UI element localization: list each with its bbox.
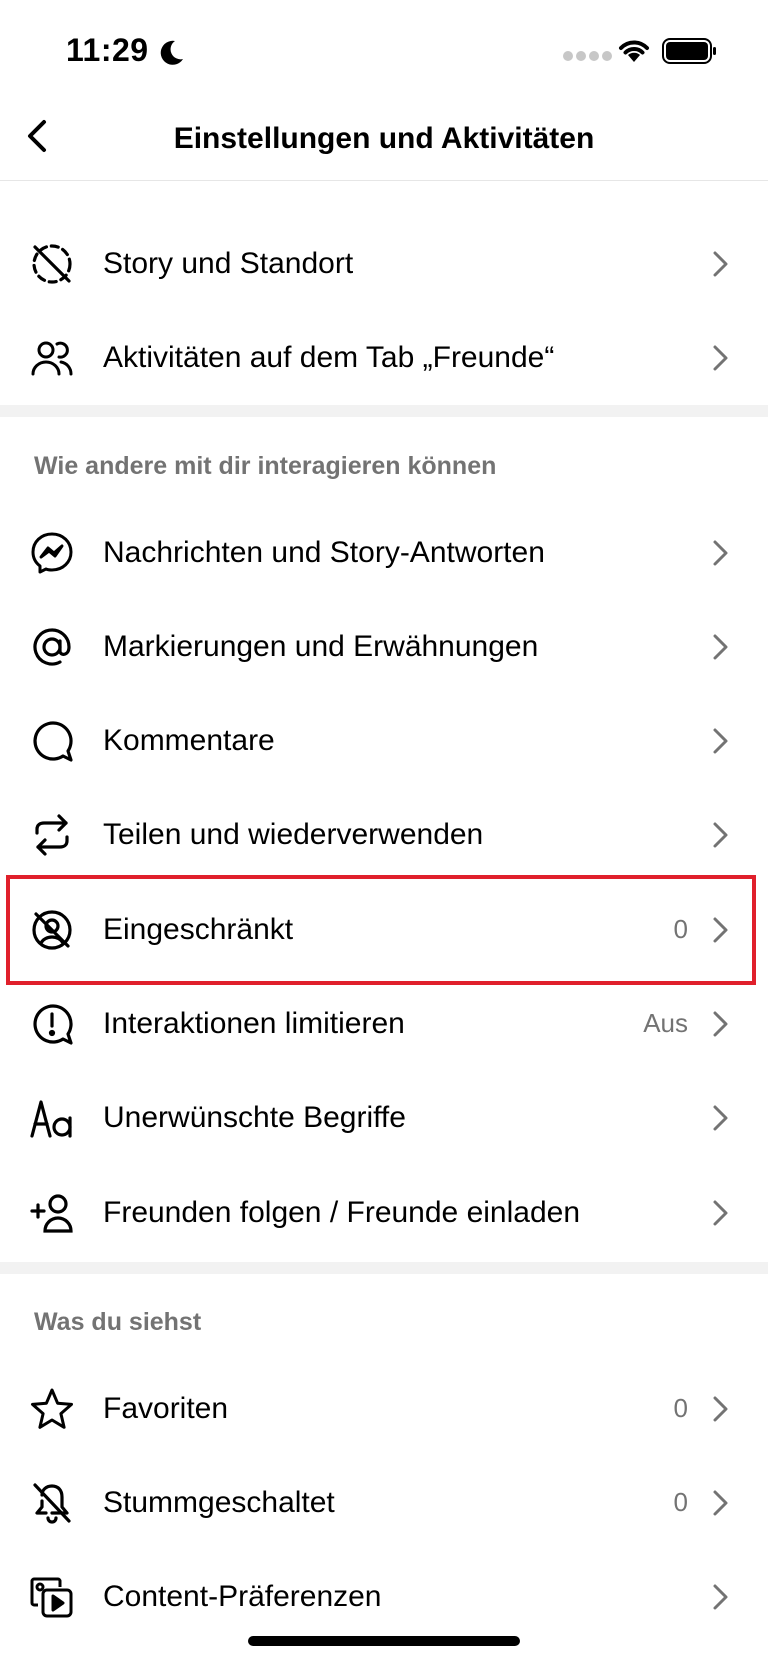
row-label: Story und Standort bbox=[103, 247, 354, 280]
chevron-right-icon bbox=[713, 822, 728, 848]
star-icon bbox=[31, 1388, 73, 1429]
list-item-favorites[interactable]: Favoriten 0 bbox=[0, 1362, 768, 1456]
row-label: Markierungen und Erwähnungen bbox=[103, 630, 539, 663]
row-label: Aktivitäten auf dem Tab „Freunde“ bbox=[103, 341, 555, 374]
battery-icon bbox=[662, 38, 716, 64]
section-divider bbox=[0, 405, 768, 417]
list-item-limit-interactions[interactable]: Interaktionen limitieren Aus bbox=[0, 977, 768, 1071]
status-bar: 11:29 bbox=[0, 0, 768, 100]
moon-icon bbox=[160, 40, 183, 65]
chevron-right-icon bbox=[713, 1584, 728, 1610]
comment-bubble-icon bbox=[33, 721, 73, 762]
chevron-right-icon bbox=[713, 728, 728, 754]
people-icon bbox=[31, 341, 73, 376]
row-label: Teilen und wiederverwenden bbox=[103, 818, 484, 851]
list-item-content-preferences[interactable]: Content-Präferenzen bbox=[0, 1550, 768, 1644]
row-value: 0 bbox=[673, 1393, 688, 1423]
bell-off-icon bbox=[33, 1483, 71, 1524]
row-label: Kommentare bbox=[103, 724, 275, 757]
story-hidden-icon bbox=[32, 244, 72, 284]
row-label: Freunden folgen / Freunde einladen bbox=[103, 1196, 581, 1229]
repeat-icon bbox=[35, 814, 69, 856]
list-item-muted[interactable]: Stummgeschaltet 0 bbox=[0, 1456, 768, 1550]
at-sign-icon bbox=[33, 628, 71, 666]
row-value: Aus bbox=[643, 1008, 688, 1038]
add-person-icon bbox=[30, 1194, 73, 1233]
home-indicator bbox=[248, 1636, 520, 1646]
row-label: Unerwünschte Begriffe bbox=[103, 1101, 406, 1134]
list-item-comments[interactable]: Kommentare bbox=[0, 694, 768, 788]
section-header-what-you-see: Was du siehst bbox=[34, 1308, 202, 1336]
chevron-right-icon bbox=[713, 1011, 728, 1037]
row-label: Interaktionen limitieren bbox=[103, 1007, 405, 1040]
row-label: Favoriten bbox=[103, 1392, 229, 1425]
row-label: Content-Präferenzen bbox=[103, 1580, 382, 1613]
chevron-right-icon bbox=[713, 540, 728, 566]
chevron-right-icon bbox=[713, 251, 728, 277]
list-item-share-remix[interactable]: Teilen und wiederverwenden bbox=[0, 788, 768, 882]
section-divider bbox=[0, 1262, 768, 1274]
chevron-right-icon bbox=[713, 1396, 728, 1422]
list-item-messages[interactable]: Nachrichten und Story-Antworten bbox=[0, 506, 768, 600]
list-item-hidden-words[interactable]: Unerwünschte Begriffe bbox=[0, 1071, 768, 1165]
chevron-right-icon bbox=[713, 1490, 728, 1516]
chevron-right-icon bbox=[713, 1200, 728, 1226]
status-time: 11:29 bbox=[66, 32, 149, 68]
row-label: Nachrichten und Story-Antworten bbox=[103, 536, 545, 569]
cellular-signal-icon bbox=[563, 51, 612, 61]
messenger-icon bbox=[31, 532, 73, 574]
chevron-right-icon bbox=[713, 1105, 728, 1131]
list-item-story-location[interactable]: Story und Standort bbox=[0, 217, 768, 311]
wifi-icon bbox=[619, 40, 649, 62]
text-aa-icon bbox=[30, 1100, 72, 1138]
media-play-icon bbox=[30, 1577, 73, 1618]
page-title: Einstellungen und Aktivitäten bbox=[173, 122, 595, 155]
list-item-mentions[interactable]: Markierungen und Erwähnungen bbox=[0, 600, 768, 694]
list-item-follow-invite-friends[interactable]: Freunden folgen / Freunde einladen bbox=[0, 1166, 768, 1260]
exclamation-bubble-icon bbox=[33, 1004, 73, 1045]
chevron-right-icon bbox=[713, 634, 728, 660]
highlight-box bbox=[6, 875, 756, 985]
list-item-friends-tab-activity[interactable]: Aktivitäten auf dem Tab „Freunde“ bbox=[0, 311, 768, 405]
row-label: Stummgeschaltet bbox=[103, 1486, 335, 1519]
navigation-bar: Einstellungen und Aktivitäten bbox=[0, 100, 768, 181]
section-header-interactions: Wie andere mit dir interagieren können bbox=[34, 452, 497, 480]
row-value: 0 bbox=[673, 1487, 688, 1517]
chevron-right-icon bbox=[713, 345, 728, 371]
